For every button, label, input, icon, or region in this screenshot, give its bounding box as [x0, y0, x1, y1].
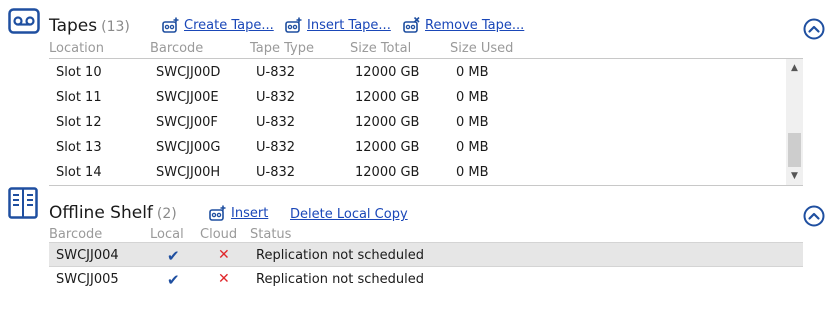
column-header-status[interactable]: Status — [250, 227, 291, 242]
delete-local-copy-button[interactable]: Delete Local Copy — [290, 207, 408, 222]
tapes-title-label: Tapes — [49, 16, 98, 36]
vertical-scrollbar[interactable]: ▲ ▼ — [786, 59, 803, 185]
create-tape-label: Create Tape... — [184, 18, 274, 33]
create-tape-button[interactable]: Create Tape... — [162, 17, 274, 33]
cell-size-used: 0 MB — [456, 165, 489, 180]
cell-size-total: 12000 GB — [355, 165, 420, 180]
insert-tape-icon — [209, 205, 226, 221]
cell-size-used: 0 MB — [456, 65, 489, 80]
offline-shelf-collapse-icon[interactable] — [803, 205, 825, 227]
cell-size-used: 0 MB — [456, 115, 489, 130]
column-header-local[interactable]: Local — [150, 227, 184, 242]
cell-barcode: SWCJJ004 — [56, 248, 119, 263]
cell-status: Replication not scheduled — [256, 272, 425, 287]
cell-size-used: 0 MB — [456, 140, 489, 155]
check-icon: ✔ — [167, 271, 180, 289]
cell-barcode: SWCJJ00E — [156, 90, 219, 105]
scroll-down-icon[interactable]: ▼ — [786, 169, 803, 183]
cell-size-used: 0 MB — [456, 90, 489, 105]
offline-shelf-count: (2) — [156, 206, 177, 222]
cell-location: Slot 11 — [56, 90, 102, 105]
table-row[interactable]: Slot 14 SWCJJ00H U-832 12000 GB 0 MB — [49, 160, 786, 185]
cell-size-total: 12000 GB — [355, 115, 420, 130]
remove-tape-button[interactable]: Remove Tape... — [403, 17, 524, 33]
table-row[interactable]: SWCJJ005 ✔ ✕ Replication not scheduled — [49, 267, 803, 292]
cell-location: Slot 14 — [56, 165, 102, 180]
table-row[interactable]: Slot 10 SWCJJ00D U-832 12000 GB 0 MB — [49, 60, 786, 85]
remove-tape-icon — [403, 17, 420, 33]
cell-tape-type: U-832 — [256, 115, 296, 130]
column-header-barcode[interactable]: Barcode — [49, 227, 102, 242]
cell-tape-type: U-832 — [256, 140, 296, 155]
cell-location: Slot 10 — [56, 65, 102, 80]
column-header-barcode[interactable]: Barcode — [150, 41, 203, 56]
insert-label: Insert — [231, 206, 269, 221]
cell-tape-type: U-832 — [256, 165, 296, 180]
cell-barcode: SWCJJ005 — [56, 272, 119, 287]
delete-local-copy-label: Delete Local Copy — [290, 207, 408, 222]
offline-shelf-title-label: Offline Shelf — [49, 203, 153, 223]
table-row[interactable]: SWCJJ004 ✔ ✕ Replication not scheduled — [49, 242, 803, 267]
column-header-size-total[interactable]: Size Total — [350, 41, 411, 56]
insert-button[interactable]: Insert — [209, 205, 268, 221]
cross-icon: ✕ — [218, 271, 230, 287]
tapes-list[interactable]: Slot 10 SWCJJ00D U-832 12000 GB 0 MB Slo… — [49, 58, 803, 186]
cell-barcode: SWCJJ00H — [156, 165, 221, 180]
cell-size-total: 12000 GB — [355, 140, 420, 155]
cell-barcode: SWCJJ00D — [156, 65, 221, 80]
remove-tape-label: Remove Tape... — [425, 18, 525, 33]
check-icon: ✔ — [167, 247, 180, 265]
cell-size-total: 12000 GB — [355, 90, 420, 105]
insert-tape-icon — [285, 17, 302, 33]
cell-tape-type: U-832 — [256, 65, 296, 80]
cell-barcode: SWCJJ00F — [156, 115, 218, 130]
table-row[interactable]: Slot 12 SWCJJ00F U-832 12000 GB 0 MB — [49, 110, 786, 135]
column-header-cloud[interactable]: Cloud — [200, 227, 237, 242]
tapes-title: Tapes (13) — [49, 16, 130, 36]
cell-location: Slot 12 — [56, 115, 102, 130]
cell-tape-type: U-832 — [256, 90, 296, 105]
cell-status: Replication not scheduled — [256, 248, 425, 263]
tape-cassette-icon — [8, 8, 40, 38]
scroll-up-icon[interactable]: ▲ — [786, 61, 803, 75]
insert-tape-label: Insert Tape... — [307, 18, 391, 33]
tapes-count: (13) — [101, 19, 130, 35]
column-header-size-used[interactable]: Size Used — [450, 41, 513, 56]
cell-size-total: 12000 GB — [355, 65, 420, 80]
insert-tape-button[interactable]: Insert Tape... — [285, 17, 391, 33]
offline-shelf-title: Offline Shelf (2) — [49, 203, 177, 223]
column-header-location[interactable]: Location — [49, 41, 104, 56]
create-tape-icon — [162, 17, 179, 33]
column-header-tape-type[interactable]: Tape Type — [250, 41, 314, 56]
table-row[interactable]: Slot 13 SWCJJ00G U-832 12000 GB 0 MB — [49, 135, 786, 160]
cell-location: Slot 13 — [56, 140, 102, 155]
tapes-collapse-icon[interactable] — [803, 18, 825, 40]
cross-icon: ✕ — [218, 247, 230, 263]
table-row[interactable]: Slot 11 SWCJJ00E U-832 12000 GB 0 MB — [49, 85, 786, 110]
scrollbar-thumb[interactable] — [788, 133, 801, 167]
cell-barcode: SWCJJ00G — [156, 140, 221, 155]
shelf-icon — [8, 187, 38, 223]
